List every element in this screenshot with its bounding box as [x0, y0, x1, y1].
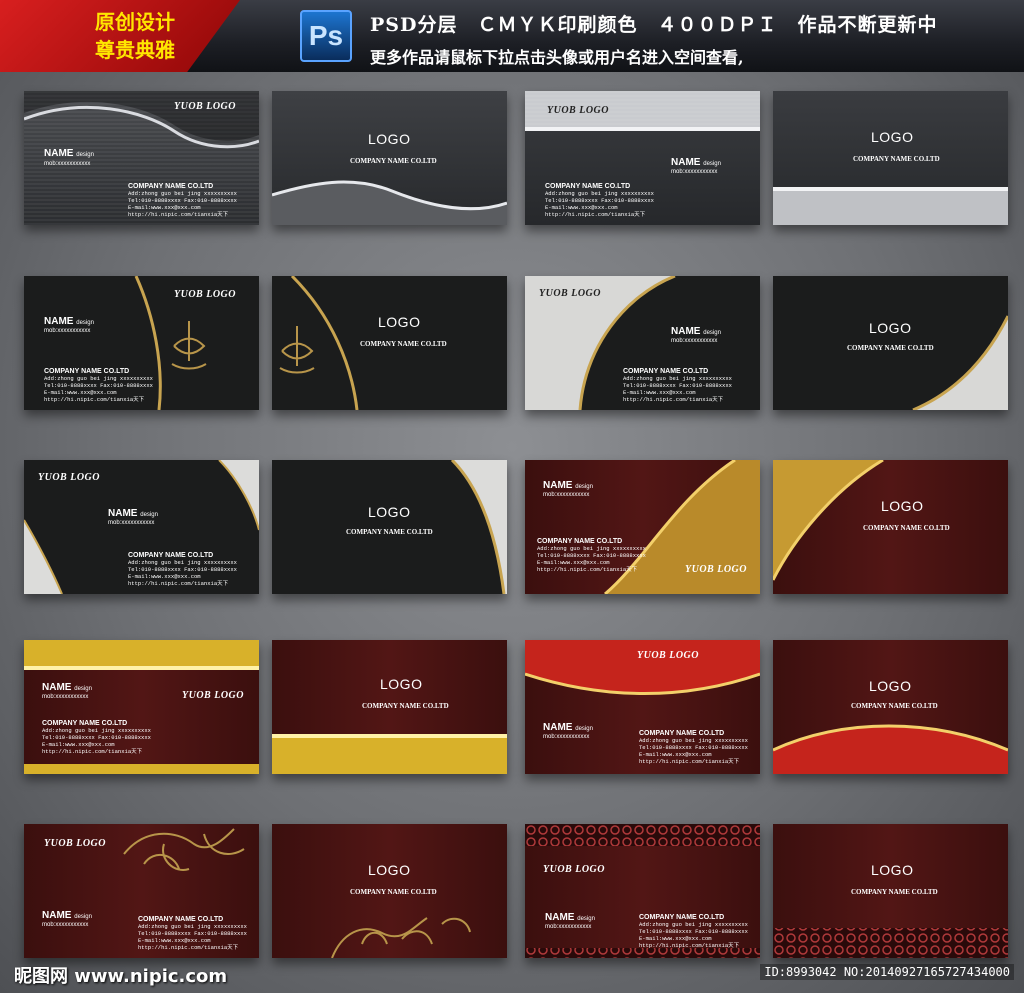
card-mobile: mob:xxxxxxxxxxx [44, 161, 91, 167]
badge-text: 原创设计 尊贵典雅 [95, 8, 175, 64]
card-mobile: mob:xxxxxxxxxxx [671, 169, 718, 175]
card-company-name: COMPANY NAME CO.LTD [847, 344, 934, 352]
card-back-maroon-red-arc[interactable]: LOGO COMPANY NAME CO.LTD [773, 640, 1008, 774]
card-contact-info: COMPANY NAME CO.LTD Add:zhong guo bei jin… [639, 914, 748, 949]
card-name: NAME design [42, 910, 92, 921]
card-company-name: COMPANY NAME CO.LTD [360, 340, 447, 348]
card-mobile: mob:xxxxxxxxxxx [108, 520, 155, 526]
card-back-maroon-floral[interactable]: LOGO COMPANY NAME CO.LTD [272, 824, 507, 958]
card-mobile: mob:xxxxxxxxxxx [671, 338, 718, 344]
card-contact-info: COMPANY NAME CO.LTD Add:zhong guo bei jin… [138, 916, 247, 951]
card-front-maroon-red-arc[interactable]: YUOB LOGO NAME design mob:xxxxxxxxxxx CO… [525, 640, 760, 774]
card-front-black-gold-floral[interactable]: YUOB LOGO NAME design mob:xxxxxxxxxxx CO… [24, 276, 259, 410]
card-logo: YUOB LOGO [174, 101, 236, 112]
card-logo: LOGO [869, 678, 912, 694]
card-contact-info: COMPANY NAME CO.LTD Add:zhong guo bei jin… [639, 730, 748, 765]
card-front-maroon-floral[interactable]: YUOB LOGO NAME design mob:xxxxxxxxxxx CO… [24, 824, 259, 958]
card-logo: YUOB LOGO [38, 472, 100, 483]
card-back-black-gold-floral[interactable]: LOGO COMPANY NAME CO.LTD [272, 276, 507, 410]
card-logo: YUOB LOGO [685, 564, 747, 575]
card-front-white-gold-curve[interactable]: YUOB LOGO NAME design mob:xxxxxxxxxxx CO… [525, 276, 760, 410]
card-logo: YUOB LOGO [174, 289, 236, 300]
nipic-watermark: 昵图网 www.nipic.com [14, 966, 228, 987]
card-front-maroon-lace[interactable]: YUOB LOGO NAME design mob:xxxxxxxxxxx CO… [525, 824, 760, 958]
card-company-name: COMPANY NAME CO.LTD [863, 524, 950, 532]
card-logo: LOGO [378, 314, 421, 330]
card-contact-info: COMPANY NAME CO.LTD Add:zhong guo bei jin… [623, 368, 732, 403]
card-company-name: COMPANY NAME CO.LTD [346, 528, 433, 536]
card-mobile: mob:xxxxxxxxxxx [543, 492, 590, 498]
card-contact-info: COMPANY NAME CO.LTD Add:zhong guo bei jin… [44, 368, 153, 403]
card-back-gray-wave[interactable]: LOGO COMPANY NAME CO.LTD [272, 91, 507, 225]
card-name: NAME design [671, 157, 721, 168]
card-logo: YUOB LOGO [547, 105, 609, 116]
card-name: NAME design [44, 316, 94, 327]
card-logo: YUOB LOGO [182, 690, 244, 701]
card-back-maroon-gold-wave[interactable]: LOGO COMPANY NAME CO.LTD [773, 460, 1008, 594]
card-mobile: mob:xxxxxxxxxxx [545, 924, 592, 930]
card-mobile: mob:xxxxxxxxxxx [543, 734, 590, 740]
banner-instruction-text: 更多作品请鼠标下拉点击头像或用户名进入空间查看, [370, 48, 744, 67]
card-logo: LOGO [368, 131, 411, 147]
card-decoration [912, 315, 1008, 410]
card-company-name: COMPANY NAME CO.LTD [350, 157, 437, 165]
card-logo: YUOB LOGO [539, 288, 601, 299]
banner-spec-text: PSD分层 ＣＭＹＫ印刷颜色 ４００ＤＰＩ 作品不断更新中 [370, 14, 938, 36]
card-mobile: mob:xxxxxxxxxxx [42, 694, 89, 700]
card-contact-info: COMPANY NAME CO.LTD Add:zhong guo bei jin… [128, 552, 237, 587]
card-logo: LOGO [881, 498, 924, 514]
card-back-black-white-corner[interactable]: LOGO COMPANY NAME CO.LTD [272, 460, 507, 594]
card-back-silver-band[interactable]: LOGO COMPANY NAME CO.LTD [773, 91, 1008, 225]
card-contact-info: COMPANY NAME CO.LTD Add:zhong guo bei jin… [128, 183, 237, 218]
card-name: NAME design [42, 682, 92, 693]
card-contact-info: COMPANY NAME CO.LTD Add:zhong guo bei jin… [42, 720, 151, 755]
card-contact-info: COMPANY NAME CO.LTD Add:zhong guo bei jin… [537, 538, 646, 573]
card-company-name: COMPANY NAME CO.LTD [853, 155, 940, 163]
badge-line-1: 原创设计 [95, 10, 175, 34]
card-name: NAME design [543, 722, 593, 733]
card-logo: LOGO [368, 862, 411, 878]
photoshop-icon: Ps [300, 10, 352, 62]
card-company-name: COMPANY NAME CO.LTD [362, 702, 449, 710]
card-front-gray-wave[interactable]: YUOB LOGO NAME design mob:xxxxxxxxxxx CO… [24, 91, 259, 225]
card-logo: LOGO [871, 129, 914, 145]
card-name: NAME design [108, 508, 158, 519]
card-front-maroon-gold-wave[interactable]: YUOB LOGO NAME design mob:xxxxxxxxxxx CO… [525, 460, 760, 594]
card-logo: LOGO [871, 862, 914, 878]
card-back-white-gold-curve[interactable]: LOGO COMPANY NAME CO.LTD [773, 276, 1008, 410]
card-name: NAME design [543, 480, 593, 491]
card-back-maroon-lace[interactable]: LOGO COMPANY NAME CO.LTD [773, 824, 1008, 958]
card-name: NAME design [44, 148, 94, 159]
card-logo: YUOB LOGO [543, 864, 605, 875]
card-front-maroon-gold-band[interactable]: YUOB LOGO NAME design mob:xxxxxxxxxxx CO… [24, 640, 259, 774]
card-logo: LOGO [380, 676, 423, 692]
card-mobile: mob:xxxxxxxxxxx [44, 328, 91, 334]
card-logo: LOGO [869, 320, 912, 336]
card-contact-info: COMPANY NAME CO.LTD Add:zhong guo bei jin… [545, 183, 654, 218]
card-name: NAME design [545, 912, 595, 923]
card-logo: YUOB LOGO [44, 838, 106, 849]
badge-line-2: 尊贵典雅 [95, 38, 175, 62]
card-company-name: COMPANY NAME CO.LTD [350, 888, 437, 896]
card-back-maroon-gold-band[interactable]: LOGO COMPANY NAME CO.LTD [272, 640, 507, 774]
image-id-watermark: ID:8993042 NO:20140927165727434000 [760, 964, 1014, 980]
card-decoration [450, 460, 507, 594]
card-name: NAME design [671, 326, 721, 337]
card-company-name: COMPANY NAME CO.LTD [851, 888, 938, 896]
header-banner: 原创设计 尊贵典雅 Ps PSD分层 ＣＭＹＫ印刷颜色 ４００ＤＰＩ 作品不断更… [0, 0, 1024, 72]
card-front-black-white-corner[interactable]: YUOB LOGO NAME design mob:xxxxxxxxxxx CO… [24, 460, 259, 594]
card-mobile: mob:xxxxxxxxxxx [42, 922, 89, 928]
card-company-name: COMPANY NAME CO.LTD [851, 702, 938, 710]
card-logo: YUOB LOGO [637, 650, 699, 661]
card-front-silver-band[interactable]: YUOB LOGO NAME design mob:xxxxxxxxxxx CO… [525, 91, 760, 225]
card-logo: LOGO [368, 504, 411, 520]
